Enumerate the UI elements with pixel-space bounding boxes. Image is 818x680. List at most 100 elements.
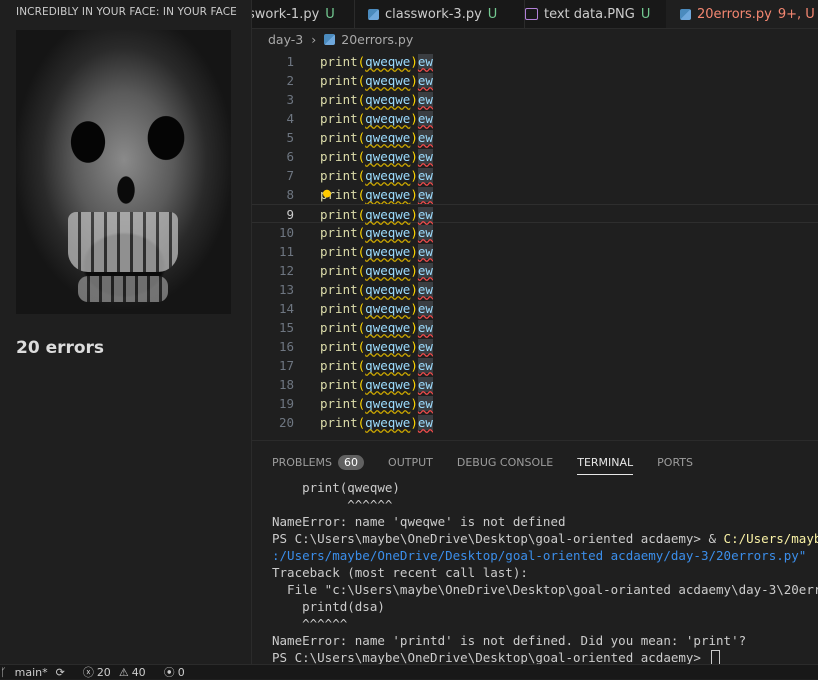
paren-token: ) bbox=[410, 92, 418, 107]
line-number: 8 bbox=[286, 187, 294, 202]
code-text: print(qweqwe)ew bbox=[320, 223, 433, 242]
code-line[interactable]: 1 print(qweqwe)ew bbox=[252, 52, 818, 71]
syntax-error-token: ew bbox=[417, 320, 433, 335]
terminal-output[interactable]: print(qweqwe) ^^^^^^ NameError: name 'qw… bbox=[272, 479, 818, 665]
code-text: print(qweqwe)ew bbox=[320, 261, 433, 280]
function-token: print bbox=[320, 320, 358, 335]
undefined-name-token: qweqwe bbox=[365, 73, 411, 88]
ports-count[interactable]: 0 bbox=[178, 666, 185, 679]
code-line[interactable]: 17 print(qweqwe)ew bbox=[252, 356, 818, 375]
code-line[interactable]: 2 print(qweqwe)ew bbox=[252, 71, 818, 90]
code-line[interactable]: 7 print(qweqwe)ew bbox=[252, 166, 818, 185]
error-count[interactable]: 20 bbox=[97, 666, 111, 679]
terminal-line: Traceback (most recent call last): bbox=[272, 565, 528, 580]
syntax-error-token: ew bbox=[417, 358, 433, 373]
code-line[interactable]: 16 print(qweqwe)ew bbox=[252, 337, 818, 356]
tab-classwork-1[interactable]: swork-1.py U bbox=[252, 0, 355, 28]
tab-status: U bbox=[325, 6, 335, 22]
code-line[interactable]: 5 print(qweqwe)ew bbox=[252, 128, 818, 147]
code-line[interactable]: 9 print(qweqwe)ew bbox=[252, 204, 818, 223]
line-number: 11 bbox=[278, 244, 294, 259]
paren-token: ) bbox=[410, 301, 418, 316]
tab-label: DEBUG CONSOLE bbox=[456, 455, 554, 469]
code-line[interactable]: 10 print(qweqwe)ew bbox=[252, 223, 818, 242]
python-icon bbox=[680, 8, 691, 20]
code-line[interactable]: 20 print(qweqwe)ew bbox=[252, 413, 818, 432]
line-number: 14 bbox=[278, 301, 294, 316]
status-bar: ᚴ main* ⟳ ⓧ 20 ⚠ 40 ⦿ 0 bbox=[0, 664, 818, 679]
syntax-error-token: ew bbox=[417, 377, 433, 392]
code-line[interactable]: 18 print(qweqwe)ew bbox=[252, 375, 818, 394]
line-number: 1 bbox=[286, 54, 294, 69]
code-text: print(qweqwe)ew bbox=[320, 337, 433, 356]
terminal-line: ^^^^^^ bbox=[272, 616, 348, 631]
line-number: 7 bbox=[286, 168, 294, 183]
code-line[interactable]: 6 print(qweqwe)ew bbox=[252, 147, 818, 166]
tab-ports[interactable]: PORTS bbox=[657, 451, 693, 473]
tab-20errors[interactable]: 20errors.py 9+, U bbox=[666, 0, 818, 28]
tab-text-data-png[interactable]: text data.PNG U bbox=[511, 0, 680, 28]
code-line[interactable]: 3 print(qweqwe)ew bbox=[252, 90, 818, 109]
sync-icon[interactable]: ⟳ bbox=[56, 666, 65, 679]
paren-token: ) bbox=[410, 111, 418, 126]
warning-icon: ⚠ bbox=[118, 665, 129, 679]
syntax-error-token: ew bbox=[417, 168, 433, 183]
code-line[interactable]: 13 print(qweqwe)ew bbox=[252, 280, 818, 299]
terminal-line: NameError: name 'qweqwe' is not defined bbox=[272, 514, 566, 529]
undefined-name-token: qweqwe bbox=[365, 168, 411, 183]
code-line[interactable]: 11 print(qweqwe)ew bbox=[252, 242, 818, 261]
tab-terminal[interactable]: TERMINAL bbox=[577, 451, 633, 475]
function-token: print bbox=[320, 301, 358, 316]
branch-icon: ᚴ bbox=[0, 665, 7, 679]
tab-output[interactable]: OUTPUT bbox=[388, 451, 433, 473]
code-text: print(qweqwe)ew bbox=[320, 166, 433, 185]
code-editor[interactable]: 1 print(qweqwe)ew 2 print(qweqwe)ew 3 print(q… bbox=[252, 52, 818, 438]
code-line[interactable]: 14 print(qweqwe)ew bbox=[252, 299, 818, 318]
function-token: print bbox=[320, 244, 358, 259]
code-text: print(qweqwe)ew bbox=[320, 356, 433, 375]
paren-token: ) bbox=[410, 339, 418, 354]
tab-label: PROBLEMS bbox=[272, 455, 333, 469]
branch-name[interactable]: main* bbox=[15, 666, 48, 679]
line-number: 17 bbox=[278, 358, 294, 373]
function-token: print bbox=[320, 111, 358, 126]
function-token: print bbox=[320, 225, 358, 240]
code-line[interactable]: 19 print(qweqwe)ew bbox=[252, 394, 818, 413]
code-line[interactable]: 15 print(qweqwe)ew bbox=[252, 318, 818, 337]
line-number: 3 bbox=[286, 92, 294, 107]
paren-token: ) bbox=[410, 320, 418, 335]
paren-token: ) bbox=[410, 415, 418, 430]
undefined-name-token: qweqwe bbox=[365, 415, 411, 430]
line-number: 13 bbox=[278, 282, 294, 297]
undefined-name-token: qweqwe bbox=[365, 187, 411, 202]
tab-debug-console[interactable]: DEBUG CONSOLE bbox=[457, 451, 553, 473]
tab-status: U bbox=[640, 6, 651, 22]
syntax-error-token: ew bbox=[417, 111, 433, 126]
undefined-name-token: qweqwe bbox=[365, 207, 411, 222]
syntax-error-token: ew bbox=[417, 415, 433, 430]
python-icon bbox=[368, 8, 379, 20]
breadcrumb-file[interactable]: 20errors.py bbox=[341, 32, 413, 47]
code-text: print(qweqwe)ew bbox=[320, 242, 433, 261]
lightbulb-icon[interactable]: ● bbox=[323, 184, 331, 203]
tab-classwork-3[interactable]: classwork-3.py U bbox=[354, 0, 525, 28]
syntax-error-token: ew bbox=[417, 225, 433, 240]
tab-problems[interactable]: PROBLEMS 60 bbox=[272, 451, 365, 473]
code-line[interactable]: 8 print(qweqwe)ew ● bbox=[252, 185, 818, 204]
terminal-line: File "c:\Users\maybe\OneDrive\Desktop\go… bbox=[272, 582, 818, 597]
terminal-line: NameError: name 'printd' is not defined.… bbox=[272, 633, 747, 648]
undefined-name-token: qweqwe bbox=[365, 396, 411, 411]
code-text: print(qweqwe)ew bbox=[320, 205, 433, 224]
undefined-name-token: qweqwe bbox=[365, 149, 411, 164]
code-text: print(qweqwe)ew bbox=[320, 413, 433, 432]
panel-tab-bar: PROBLEMS 60 OUTPUT DEBUG CONSOLE TERMINA… bbox=[272, 451, 717, 475]
code-line[interactable]: 4 print(qweqwe)ew bbox=[252, 109, 818, 128]
code-text: print(qweqwe)ew bbox=[320, 52, 433, 71]
line-number: 2 bbox=[286, 73, 294, 88]
bottom-panel: PROBLEMS 60 OUTPUT DEBUG CONSOLE TERMINA… bbox=[252, 440, 818, 665]
undefined-name-token: qweqwe bbox=[365, 358, 411, 373]
code-line[interactable]: 12 print(qweqwe)ew bbox=[252, 261, 818, 280]
breadcrumb-folder[interactable]: day-3 bbox=[268, 32, 303, 47]
warning-count[interactable]: 40 bbox=[132, 666, 146, 679]
left-panel: INCREDIBLY IN YOUR FACE: IN YOUR FACE 20… bbox=[0, 0, 252, 664]
